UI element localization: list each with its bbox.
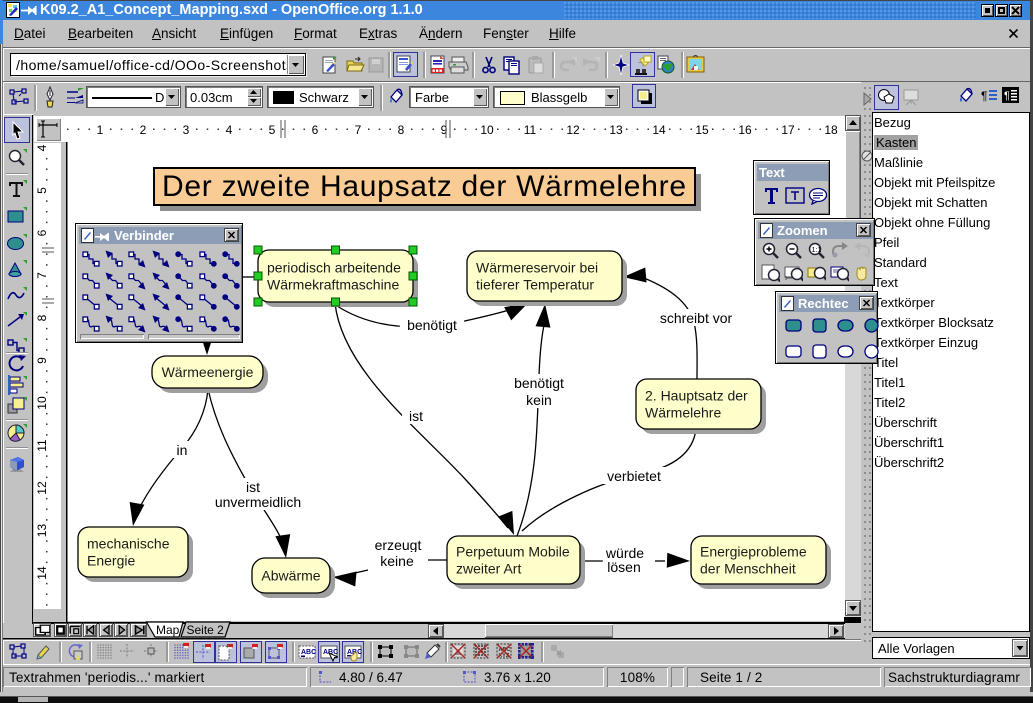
svg-text:8: 8 [398, 123, 405, 137]
svg-text:5: 5 [35, 187, 49, 194]
svg-text:periodisch arbeitende: periodisch arbeitende [267, 260, 401, 276]
svg-text:¶: ¶ [981, 89, 987, 103]
svg-text:11: 11 [35, 439, 49, 452]
svg-text:9: 9 [35, 357, 49, 364]
svg-text:Wärmeenergie: Wärmeenergie [162, 364, 254, 380]
svg-text:2. Hauptsatz der: 2. Hauptsatz der [645, 388, 748, 404]
svg-text:4: 4 [35, 144, 49, 151]
svg-text:6: 6 [312, 123, 319, 137]
svg-text:Energieprobleme: Energieprobleme [700, 544, 807, 560]
svg-text:7: 7 [35, 272, 49, 279]
svg-text:4: 4 [226, 123, 233, 137]
svg-text:1:1: 1:1 [812, 247, 822, 254]
svg-text:Seite 2: Seite 2 [187, 623, 225, 637]
svg-text:Wärmereservoir bei: Wärmereservoir bei [476, 260, 598, 276]
svg-text:16: 16 [738, 123, 752, 137]
svg-text:3: 3 [183, 123, 190, 137]
svg-text:tieferer Temperatur: tieferer Temperatur [476, 277, 594, 293]
svg-text:14: 14 [652, 123, 666, 137]
svg-text:der Menschheit: der Menschheit [700, 561, 796, 577]
svg-text:12: 12 [35, 481, 49, 495]
svg-text:erzeugt: erzeugt [375, 537, 422, 553]
svg-text:18: 18 [824, 123, 838, 137]
svg-text:benötigt: benötigt [407, 317, 457, 333]
svg-text:Abwärme: Abwärme [261, 568, 320, 584]
svg-text:13: 13 [609, 123, 623, 137]
svg-text:Perpetuum Mobile: Perpetuum Mobile [456, 544, 570, 560]
svg-text:zweiter Art: zweiter Art [456, 561, 521, 577]
svg-text:verbietet: verbietet [607, 468, 661, 484]
svg-text:Wärmelehre: Wärmelehre [645, 405, 721, 421]
svg-text:Energie: Energie [87, 553, 135, 569]
svg-text:mechanische: mechanische [87, 536, 170, 552]
svg-text:keine: keine [380, 553, 414, 569]
svg-text:Der zweite Haupsatz der Wärmel: Der zweite Haupsatz der Wärmelehre [162, 170, 686, 203]
svg-text:13: 13 [35, 524, 49, 538]
svg-text:8: 8 [35, 314, 49, 321]
svg-text:1: 1 [97, 123, 104, 137]
svg-text:unvermeidlich: unvermeidlich [215, 494, 301, 510]
svg-text:in: in [177, 442, 188, 458]
svg-text:5: 5 [269, 123, 276, 137]
svg-text:ist: ist [246, 479, 260, 495]
svg-text:kein: kein [526, 392, 552, 408]
svg-text:10: 10 [35, 396, 49, 410]
svg-text:2: 2 [140, 123, 147, 137]
svg-text:10: 10 [480, 123, 494, 137]
svg-text:12: 12 [566, 123, 580, 137]
svg-text:11: 11 [524, 123, 537, 137]
svg-text:15: 15 [695, 123, 709, 137]
svg-text:14: 14 [35, 566, 49, 580]
svg-text:7: 7 [355, 123, 362, 137]
svg-text:9: 9 [441, 123, 448, 137]
svg-text:benötigt: benötigt [514, 375, 564, 391]
svg-text:Wärmekraftmaschine: Wärmekraftmaschine [267, 277, 399, 293]
svg-text:6: 6 [35, 229, 49, 236]
svg-text:ABC: ABC [301, 649, 316, 656]
svg-text:17: 17 [781, 123, 795, 137]
svg-text:lösen: lösen [607, 559, 640, 575]
svg-text:ist: ist [409, 408, 423, 424]
svg-text:¶: ¶ [1004, 90, 1010, 102]
svg-text:Map: Map [156, 623, 180, 637]
svg-text:schreibt vor: schreibt vor [660, 310, 733, 326]
